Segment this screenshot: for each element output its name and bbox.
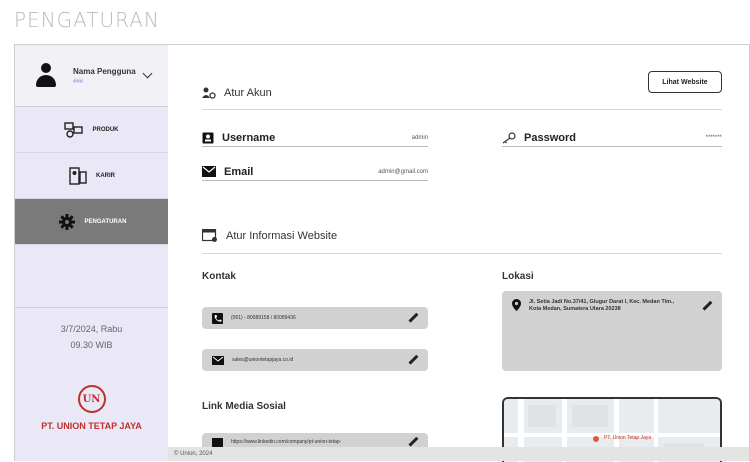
view-website-button[interactable]: Lihat Website: [648, 71, 722, 93]
gear-icon: [58, 213, 75, 230]
website-title: Atur Informasi Website: [226, 230, 338, 242]
divider: [202, 253, 722, 254]
career-icon: [69, 166, 87, 185]
sidebar-item-pengaturan[interactable]: PENGATURAN: [15, 199, 168, 245]
app-frame: Nama Pengguna ### PRODUK KARIR PENGATURA…: [14, 44, 750, 462]
pencil-icon[interactable]: [408, 313, 418, 323]
password-label: Password: [524, 131, 576, 144]
chevron-down-icon[interactable]: [142, 68, 153, 79]
user-icon: [35, 62, 57, 89]
sidebar-item-label: PRODUK: [92, 126, 119, 133]
current-date: 3/7/2024, Rabu: [60, 324, 123, 334]
current-time: 09.30 WIB: [70, 340, 113, 350]
sidebar-item-label: KARIR: [96, 172, 115, 179]
contact-email-field[interactable]: sales@uniontetapjaya.co.id: [202, 349, 428, 371]
window-settings-icon: [202, 229, 217, 242]
id-card-icon: [202, 132, 214, 143]
pencil-icon[interactable]: [408, 437, 418, 447]
user-menu[interactable]: Nama Pengguna ###: [15, 45, 168, 107]
email-label: Email: [224, 165, 254, 178]
sidebar-item-karir[interactable]: KARIR: [15, 153, 168, 199]
password-value: *******: [705, 134, 722, 141]
main-content: Lihat Website Atur Akun Username admin P…: [168, 45, 749, 462]
products-icon: [64, 121, 84, 138]
phone-value: (061) - 80089158 / 80089436: [231, 315, 296, 321]
pencil-icon[interactable]: [702, 301, 712, 311]
sidebar-item-label: PENGATURAN: [84, 218, 127, 225]
social-link-value: https://www.linkedin.com/company/pt-unio…: [231, 439, 342, 445]
mail-icon: [212, 355, 224, 365]
user-role: ###: [73, 78, 84, 85]
email-value: admin@gmail.com: [378, 168, 428, 175]
user-info: Nama Pengguna ###: [73, 67, 136, 85]
email-field[interactable]: Email admin@gmail.com: [202, 163, 428, 181]
account-title: Atur Akun: [224, 87, 272, 99]
footer: © Union, 2024: [168, 447, 749, 461]
account-section-title: Atur Akun: [202, 87, 272, 99]
location-pin-icon: [512, 299, 521, 311]
social-title: Link Media Sosial: [202, 401, 286, 412]
sidebar-divider: [15, 307, 168, 308]
password-field[interactable]: Password *******: [502, 129, 722, 147]
date-time: 3/7/2024, Rabu 09.30 WIB: [15, 321, 168, 353]
location-field[interactable]: Jl. Setia Jadi No.37/41, Glugur Darat I,…: [502, 291, 722, 371]
company-logo: UN PT. UNION TETAP JAYA: [15, 385, 168, 431]
divider: [202, 109, 722, 110]
sidebar: Nama Pengguna ### PRODUK KARIR PENGATURA…: [15, 45, 168, 461]
mail-icon: [202, 166, 216, 177]
link-icon: [212, 437, 223, 447]
username-label: Username: [222, 131, 276, 144]
website-section-title: Atur Informasi Website: [202, 229, 337, 243]
username-value: admin: [411, 134, 428, 141]
user-settings-icon: [202, 87, 216, 99]
pencil-icon[interactable]: [408, 355, 418, 365]
contact-email-value: sales@uniontetapjaya.co.id: [232, 357, 294, 363]
location-title: Lokasi: [502, 271, 534, 282]
user-name: Nama Pengguna: [73, 66, 136, 76]
phone-field[interactable]: (061) - 80089158 / 80089436: [202, 307, 428, 329]
sidebar-item-produk[interactable]: PRODUK: [15, 107, 168, 153]
map-marker-label: PT. Union Tetap Jaya: [604, 435, 652, 441]
phone-icon: [212, 312, 223, 324]
company-name: PT. UNION TETAP JAYA: [41, 421, 142, 431]
page-title: PENGATURAN: [14, 8, 160, 32]
username-field[interactable]: Username admin: [202, 129, 428, 147]
logo-emblem: UN: [77, 385, 106, 413]
contact-title: Kontak: [202, 271, 236, 282]
key-icon: [502, 131, 516, 143]
address-value: Jl. Setia Jadi No.37/41, Glugur Darat I,…: [529, 299, 675, 312]
